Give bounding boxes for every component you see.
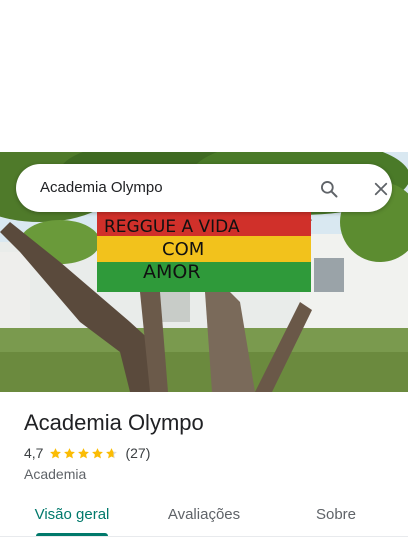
star-icon	[92, 447, 104, 458]
tab-reviews[interactable]: Avaliações	[156, 496, 252, 540]
search-input[interactable]: Academia Olympo	[40, 164, 163, 212]
star-half-icon	[106, 447, 118, 458]
star-icon	[64, 447, 76, 458]
search-bar[interactable]: Academia Olympo	[16, 164, 392, 212]
tabs-divider	[0, 536, 408, 537]
star-rating	[49, 447, 119, 460]
review-count[interactable]: (27)	[125, 445, 150, 461]
star-icon	[78, 447, 90, 458]
tab-about[interactable]: Sobre	[290, 496, 382, 540]
place-info-panel: Academia Olympo 4,7 (27) Academia Visão …	[0, 392, 408, 544]
sign-line-2: COM	[162, 239, 204, 260]
place-category: Academia	[24, 466, 87, 482]
place-title: Academia Olympo	[24, 410, 204, 435]
sign-line-3: AMOR	[143, 261, 201, 283]
map-top-area	[0, 0, 408, 152]
rating-row[interactable]: 4,7 (27)	[24, 444, 150, 462]
sign-line-1: REGGUE A VIDA	[104, 217, 240, 237]
place-tabs: Visão geral Avaliações Sobre	[0, 496, 408, 540]
rating-value: 4,7	[24, 445, 44, 461]
star-icon	[50, 447, 62, 458]
search-icon[interactable]	[316, 176, 342, 202]
close-icon[interactable]	[368, 176, 394, 202]
tab-selected-indicator	[36, 533, 108, 536]
